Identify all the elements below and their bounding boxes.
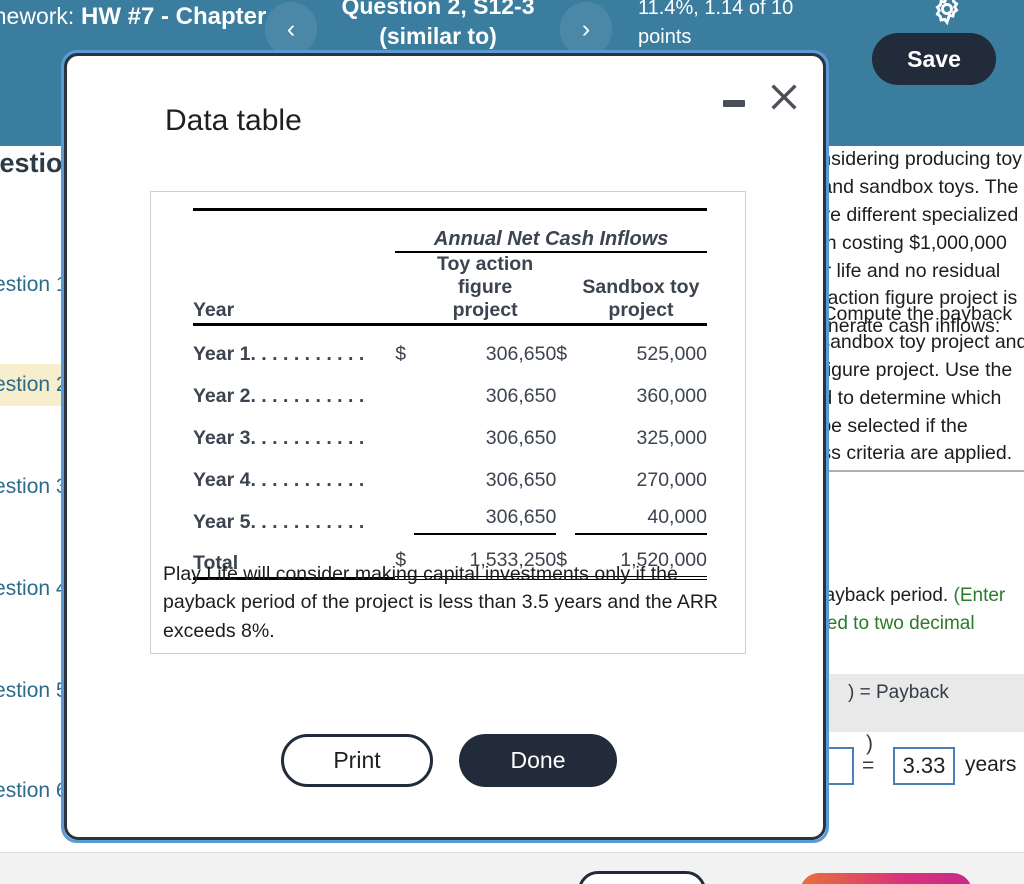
table-header-row: Year Toy action figure project Sandbox t… bbox=[193, 251, 707, 326]
bottom-toolbar bbox=[0, 852, 1024, 884]
data-table-note: Play Life will consider making capital i… bbox=[163, 563, 718, 642]
table-row: Year 4. . . . . . . . . . . 306,650 270,… bbox=[193, 469, 707, 492]
save-button[interactable]: Save bbox=[872, 33, 996, 85]
close-icon[interactable] bbox=[767, 80, 801, 114]
print-button[interactable]: Print bbox=[281, 734, 433, 787]
column-header-year: Year bbox=[193, 251, 396, 326]
table-row: Year 5. . . . . . . . . . . 306,650 40,0… bbox=[193, 492, 707, 536]
data-table-dialog: Data table Annual Net Cash Inflows Year bbox=[64, 53, 826, 840]
table-row: Year 2. . . . . . . . . . . 306,650 360,… bbox=[193, 385, 707, 408]
question-title: Question 2, S12-3 (similar to) bbox=[341, 0, 535, 49]
group-header-label: Annual Net Cash Inflows bbox=[395, 213, 707, 253]
bottom-primary-button[interactable] bbox=[800, 873, 972, 884]
dialog-title: Data table bbox=[165, 104, 302, 137]
sidebar-item-label: Question 4 bbox=[0, 577, 68, 600]
sidebar-item-label: Question 3 bbox=[0, 475, 68, 498]
formula-equals: = bbox=[862, 754, 875, 777]
column-header-toy-project: Toy action figure project bbox=[413, 251, 557, 326]
table-group-header-row: Annual Net Cash Inflows bbox=[193, 213, 707, 253]
gear-icon[interactable] bbox=[930, 0, 964, 26]
minimize-icon[interactable] bbox=[723, 88, 749, 114]
column-header-sandbox-project: Sandbox toy project bbox=[574, 251, 707, 326]
payback-answer-field[interactable]: 3.33 bbox=[893, 747, 955, 785]
formula-header-right: ) = Payback bbox=[826, 674, 1024, 732]
formula-paren: ) bbox=[866, 732, 873, 755]
data-table: Annual Net Cash Inflows Year Toy action … bbox=[193, 208, 707, 581]
points-status: 11.4%, 1.14 of 10 points bbox=[638, 0, 794, 48]
data-table-panel: Annual Net Cash Inflows Year Toy action … bbox=[150, 191, 746, 654]
table-row: Year 1. . . . . . . . . . . $ 306,650 $ … bbox=[193, 343, 707, 366]
sidebar-item-label: Question 2 bbox=[0, 373, 68, 396]
sidebar-item-label: Question 5 bbox=[0, 679, 68, 702]
homework-label: Homework: bbox=[0, 3, 75, 29]
previous-question-button[interactable]: ‹ bbox=[265, 2, 317, 56]
bottom-secondary-button[interactable] bbox=[578, 871, 706, 884]
table-row: Year 3. . . . . . . . . . . 306,650 325,… bbox=[193, 427, 707, 450]
done-button[interactable]: Done bbox=[459, 734, 617, 787]
sidebar-item-label: Question 6 bbox=[0, 779, 68, 802]
next-question-button[interactable]: › bbox=[560, 2, 612, 56]
payback-unit-label: years bbox=[965, 753, 1017, 776]
app-root: Homework: HW #7 - Chapter 12 ‹ › Questio… bbox=[0, 0, 1024, 884]
sidebar-item-label: Question 1 bbox=[0, 273, 68, 296]
